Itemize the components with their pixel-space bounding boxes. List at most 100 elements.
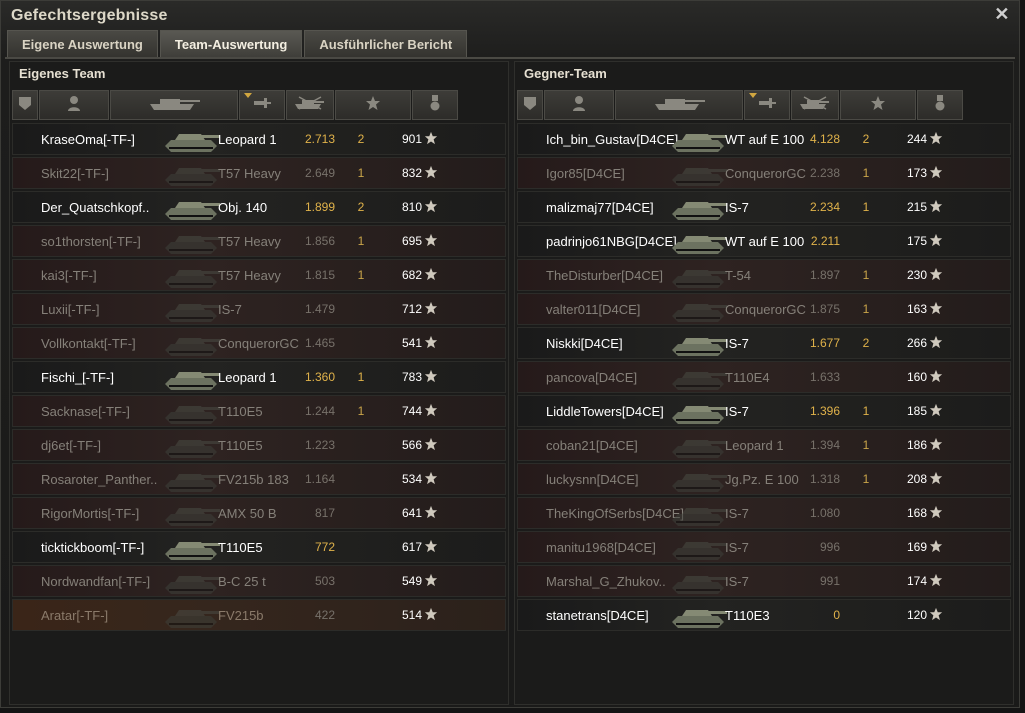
kills-value: 1 [862,268,870,282]
column-header-damage[interactable] [744,90,790,120]
kills-value: 1 [862,200,870,214]
star-icon [424,539,438,553]
player-row[interactable]: padrinjo61NBG[D4CE] WT auf E 100 2.211 175 [517,225,1011,257]
player-row[interactable]: LiddleTowers[D4CE] IS-7 1.396 1 185 [517,395,1011,427]
enemy-team-panel: Gegner-Team Ich_bin_Gustav[D4CE] WT auf E… [514,61,1014,705]
player-row[interactable]: Rosaroter_Panther.. FV215b 183 1.164 534 [12,463,506,495]
player-row[interactable]: luckysnn[D4CE] Jg.Pz. E 100 1.318 1 208 [517,463,1011,495]
kills-value: 1 [862,472,870,486]
kills-value: 1 [357,268,365,282]
column-header-kills[interactable] [286,90,334,120]
tank-thumbnail-icon [670,262,728,290]
close-icon[interactable]: ✕ [993,5,1011,23]
player-name: Luxii[-TF-] [41,301,100,317]
player-name: Sacknase[-TF-] [41,403,130,419]
tab-own-evaluation[interactable]: Eigene Auswertung [7,30,158,57]
player-row[interactable]: TheKingOfSerbs[D4CE] IS-7 1.080 168 [517,497,1011,529]
player-row[interactable]: kai3[-TF-] T57 Heavy 1.815 1 682 [12,259,506,291]
column-header-kills[interactable] [791,90,839,120]
tank-thumbnail-icon [163,364,221,392]
tab-detailed-report[interactable]: Ausführlicher Bericht [304,30,468,57]
player-row[interactable]: Der_Quatschkopf.. Obj. 140 1.899 2 810 [12,191,506,223]
player-row[interactable]: Igor85[D4CE] ConquerorGC 2.238 1 173 [517,157,1011,189]
enemy-team-rows: Ich_bin_Gustav[D4CE] WT auf E 100 4.128 2 24… [517,123,1011,633]
player-icon [67,95,81,116]
tank-thumbnail-icon [670,466,728,494]
damage-icon [757,95,777,116]
star-icon [929,505,943,519]
star-icon [929,607,943,621]
column-header-platoon[interactable] [12,90,38,120]
experience-value: 744 [401,404,422,418]
player-row[interactable]: Marshal_G_Zhukov.. IS-7 991 174 [517,565,1011,597]
damage-value: 503 [314,574,335,588]
tab-divider [5,57,1015,59]
column-header-medal[interactable] [917,90,963,120]
tank-thumbnail-icon [163,466,221,494]
column-header-medal[interactable] [412,90,458,120]
player-row[interactable]: Vollkontakt[-TF-] ConquerorGC 1.465 541 [12,327,506,359]
player-row[interactable]: so1thorsten[-TF-] T57 Heavy 1.856 1 695 [12,225,506,257]
player-row[interactable]: Luxii[-TF-] IS-7 1.479 712 [12,293,506,325]
player-name: Der_Quatschkopf.. [41,199,150,215]
tank-icon [651,95,707,116]
experience-value: 160 [906,370,927,384]
column-header-tank[interactable] [110,90,238,120]
column-header-platoon[interactable] [517,90,543,120]
player-row[interactable]: valter011[D4CE] ConquerorGC 1.875 1 163 [517,293,1011,325]
damage-value: 0 [833,608,840,622]
player-row[interactable]: coban21[D4CE] Leopard 1 1.394 1 186 [517,429,1011,461]
player-name: Fischi_[-TF-] [41,369,114,385]
column-header-player[interactable] [39,90,109,120]
column-header-tank[interactable] [615,90,743,120]
experience-value: 783 [401,370,422,384]
own-team-panel: Eigenes Team KraseOma[-TF-] Leopard 1 2.71… [9,61,509,705]
player-row[interactable]: Fischi_[-TF-] Leopard 1 1.360 1 783 [12,361,506,393]
player-row[interactable]: manitu1968[D4CE] IS-7 996 169 [517,531,1011,563]
tank-thumbnail-icon [163,330,221,358]
damage-value: 1.223 [304,438,335,452]
damage-value: 1.394 [809,438,840,452]
tank-thumbnail-icon [670,126,728,154]
damage-value: 422 [314,608,335,622]
column-header-star[interactable] [840,90,916,120]
player-row[interactable]: Sacknase[-TF-] T110E5 1.244 1 744 [12,395,506,427]
column-header-star[interactable] [335,90,411,120]
player-row[interactable]: TheDisturber[D4CE] T-54 1.897 1 230 [517,259,1011,291]
experience-value: 186 [906,438,927,452]
tank-thumbnail-icon [670,500,728,528]
column-header-damage[interactable] [239,90,285,120]
kills-value: 1 [357,404,365,418]
player-row[interactable]: Nordwandfan[-TF-] B-C 25 t 503 549 [12,565,506,597]
player-row[interactable]: KraseOma[-TF-] Leopard 1 2.713 2 901 [12,123,506,155]
damage-value: 1.465 [304,336,335,350]
player-row[interactable]: Ich_bin_Gustav[D4CE] WT auf E 100 4.128 2 24… [517,123,1011,155]
damage-value: 1.244 [304,404,335,418]
player-row[interactable]: Niskki[D4CE] IS-7 1.677 2 266 [517,327,1011,359]
star-icon [929,165,943,179]
tank-thumbnail-icon [670,296,728,324]
player-row[interactable]: Skit22[-TF-] T57 Heavy 2.649 1 832 [12,157,506,189]
damage-value: 1.856 [304,234,335,248]
kills-value: 1 [862,166,870,180]
tank-thumbnail-icon [163,398,221,426]
tank-thumbnail-icon [163,296,221,324]
player-row[interactable]: pancova[D4CE] T110E4 1.633 160 [517,361,1011,393]
star-icon [929,539,943,553]
kills-value: 2 [357,200,365,214]
player-row[interactable]: stanetrans[D4CE] T110E3 0 120 [517,599,1011,631]
experience-value: 566 [401,438,422,452]
tank-thumbnail-icon [163,500,221,528]
player-row[interactable]: ticktickboom[-TF-] T110E5 772 617 [12,531,506,563]
tab-team-evaluation[interactable]: Team-Auswertung [159,30,303,57]
column-header-player[interactable] [544,90,614,120]
damage-value: 1.633 [809,370,840,384]
player-row[interactable]: dj6et[-TF-] T110E5 1.223 566 [12,429,506,461]
kills-icon [798,95,832,116]
player-row[interactable]: RigorMortis[-TF-] AMX 50 B 817 641 [12,497,506,529]
player-row[interactable]: malizmaj77[D4CE] IS-7 2.234 1 215 [517,191,1011,223]
kills-value: 1 [862,404,870,418]
enemy-team-title: Gegner-Team [524,66,607,81]
player-row[interactable]: Aratar[-TF-] FV215b 422 514 [12,599,506,631]
tank-thumbnail-icon [670,432,728,460]
